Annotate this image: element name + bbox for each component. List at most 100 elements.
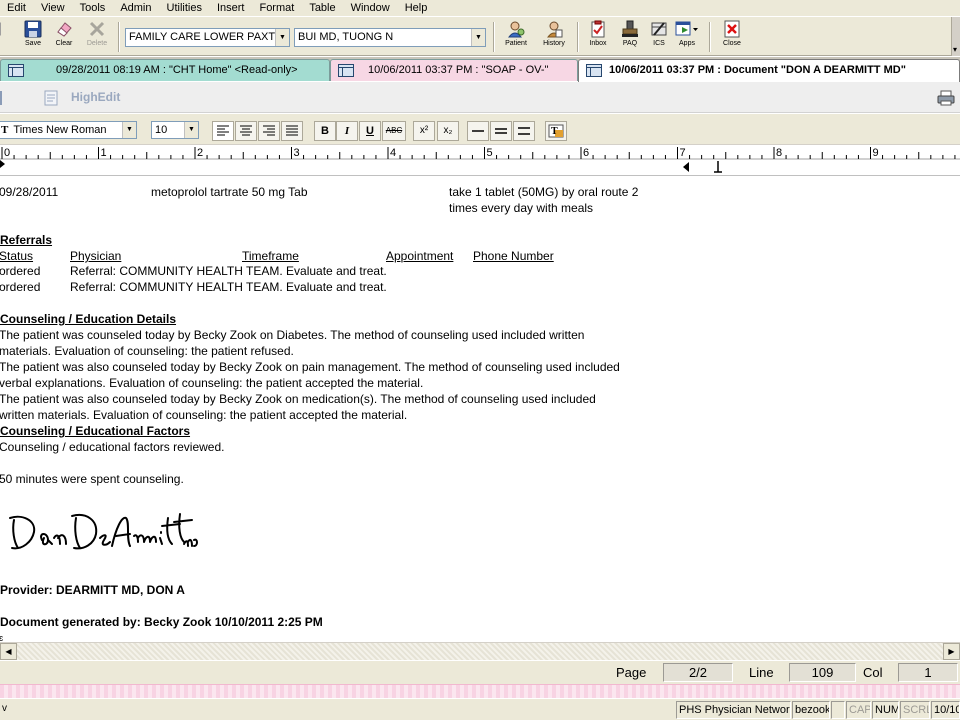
- print-icon[interactable]: [937, 90, 955, 106]
- line-spacing-medium-icon: [495, 128, 507, 134]
- generated-by-line: Document generated by: Becky Zook 10/10/…: [0, 615, 323, 629]
- one-half-spacing-button[interactable]: [490, 121, 512, 141]
- strikethrough-button[interactable]: ABC: [382, 121, 406, 141]
- toolbar-cut-off-button[interactable]: [0, 20, 6, 56]
- subscript-button[interactable]: x₂: [437, 121, 459, 141]
- menu-view[interactable]: View: [41, 1, 65, 15]
- provider-select[interactable]: BUI MD, TUONG N ▼: [294, 28, 486, 47]
- align-right-button[interactable]: [258, 121, 280, 141]
- counseling-factors-heading: Counseling / Educational Factors: [0, 424, 191, 438]
- menu-admin[interactable]: Admin: [120, 1, 151, 15]
- svg-text:T: T: [551, 126, 558, 137]
- apps-icon: [675, 21, 698, 36]
- medication-name: metoprolol tartrate 50 mg Tab: [151, 185, 308, 199]
- clear-button[interactable]: Clear: [49, 20, 79, 56]
- single-spacing-button[interactable]: [467, 121, 489, 141]
- scroll-left-button[interactable]: ◀: [0, 643, 17, 660]
- ruler-number: 7: [680, 147, 686, 159]
- tab-stop-marker[interactable]: [714, 161, 722, 173]
- toolbar-divider: [709, 22, 711, 52]
- ruler-number: 6: [583, 147, 589, 159]
- bold-button[interactable]: B: [314, 121, 336, 141]
- user-status: bezook: [792, 701, 830, 719]
- save-button[interactable]: Save: [18, 20, 48, 56]
- justify-icon: [286, 125, 298, 136]
- counseling-minutes-line: 50 minutes were spent counseling.: [0, 472, 184, 486]
- first-line-indent-marker[interactable]: [0, 160, 5, 168]
- referral-row-status: ordered: [0, 264, 41, 278]
- ruler-number: 2: [197, 147, 203, 159]
- close-button[interactable]: Close: [717, 20, 747, 56]
- toolbar-overflow-grip[interactable]: ▾: [951, 17, 960, 56]
- menu-tools[interactable]: Tools: [80, 1, 106, 15]
- menu-edit[interactable]: Edit: [7, 1, 26, 15]
- truetype-icon: T: [1, 124, 9, 136]
- page-value: 2/2: [663, 663, 733, 682]
- align-left-button[interactable]: [212, 121, 234, 141]
- main-toolbar: Save Clear Delete FAMILY CARE LOWER PAXT…: [0, 16, 960, 56]
- tab-label: 10/06/2011 03:37 PM : "SOAP - OV-": [368, 64, 549, 76]
- inbox-button[interactable]: Inbox: [583, 20, 613, 56]
- menu-utilities[interactable]: Utilities: [167, 1, 202, 15]
- ics-button[interactable]: ICS: [644, 20, 674, 56]
- tab-cht-home[interactable]: 09/28/2011 08:19 AM : "CHT Home" <Read-o…: [0, 59, 330, 81]
- ruler-number: 1: [101, 147, 107, 159]
- font-size-dropdown-icon[interactable]: ▼: [184, 122, 198, 138]
- underline-button[interactable]: U: [359, 121, 381, 141]
- medication-sig-line-1: take 1 tablet (50MG) by oral route 2: [449, 185, 639, 199]
- referrals-column-physician: Physician: [70, 249, 122, 263]
- scroll-right-button[interactable]: ▶: [943, 643, 960, 660]
- align-center-button[interactable]: [235, 121, 257, 141]
- superscript-button[interactable]: x²: [413, 121, 435, 141]
- superscript-label: x²: [419, 125, 429, 136]
- page-label: Page: [616, 665, 647, 680]
- apps-button[interactable]: Apps: [672, 20, 702, 56]
- menu-format[interactable]: Format: [259, 1, 294, 15]
- format-toolbar: T Times New Roman ▼ 10 ▼ B I U ABC x² x₂: [0, 114, 960, 145]
- menu-window[interactable]: Window: [351, 1, 390, 15]
- counseling-line: verbal explanations. Evaluation of couns…: [0, 376, 424, 390]
- double-spacing-button[interactable]: [513, 121, 535, 141]
- right-indent-marker[interactable]: [683, 162, 689, 172]
- referral-row-text: Referral: COMMUNITY HEALTH TEAM. Evaluat…: [70, 264, 387, 278]
- facility-select[interactable]: FAMILY CARE LOWER PAXTON ▼: [125, 28, 290, 47]
- document-tabs: 09/28/2011 08:19 AM : "CHT Home" <Read-o…: [0, 57, 960, 82]
- counseling-line: materials. Evaluation of counseling: the…: [0, 344, 294, 358]
- network-status: PHS Physician Network: [676, 701, 791, 719]
- scrollbar-track[interactable]: [0, 643, 943, 660]
- font-name-select[interactable]: T Times New Roman ▼: [0, 121, 137, 139]
- counseling-details-heading: Counseling / Education Details: [0, 312, 177, 326]
- ruler-labels: 0 1 2 3 4 5 6 7 8 9: [4, 147, 879, 159]
- font-size-value: 10: [155, 124, 168, 136]
- font-name-dropdown-icon[interactable]: ▼: [122, 122, 136, 138]
- scroll-lock-indicator: SCRL: [900, 701, 930, 719]
- editor-header-edge: [0, 91, 2, 105]
- tab-document-dearmitt[interactable]: 10/06/2011 03:37 PM : Document "DON A DE…: [578, 59, 960, 82]
- menu-table[interactable]: Table: [309, 1, 335, 15]
- chevron-down-icon[interactable]: v: [2, 703, 7, 714]
- patient-button[interactable]: Patient: [501, 20, 531, 56]
- document-body[interactable]: 09/28/2011 metoprolol tartrate 50 mg Tab…: [0, 176, 960, 642]
- history-label: History: [543, 40, 565, 47]
- facility-dropdown-icon[interactable]: ▼: [275, 29, 289, 46]
- paq-button[interactable]: PAQ: [615, 20, 645, 56]
- menu-insert[interactable]: Insert: [217, 1, 245, 15]
- tab-soap-ov[interactable]: 10/06/2011 03:37 PM : "SOAP - OV-": [330, 59, 578, 81]
- delete-button[interactable]: Delete: [82, 20, 112, 56]
- ruler-number: 4: [390, 147, 396, 159]
- medication-date: 09/28/2011: [0, 185, 59, 199]
- ruler-number: 5: [487, 147, 493, 159]
- ruler-number: 9: [873, 147, 879, 159]
- inbox-label: Inbox: [589, 40, 607, 47]
- facility-value: FAMILY CARE LOWER PAXTON: [129, 31, 290, 43]
- history-button[interactable]: History: [539, 20, 569, 56]
- font-size-select[interactable]: 10 ▼: [151, 121, 199, 139]
- horizontal-scrollbar[interactable]: ◀ ▶: [0, 642, 960, 660]
- italic-button[interactable]: I: [336, 121, 358, 141]
- menu-help[interactable]: Help: [405, 1, 428, 15]
- text-color-button[interactable]: T: [545, 121, 567, 141]
- highedit-document-icon: [44, 90, 58, 106]
- save-label: Save: [25, 40, 41, 47]
- provider-dropdown-icon[interactable]: ▼: [471, 29, 485, 46]
- justify-button[interactable]: [281, 121, 303, 141]
